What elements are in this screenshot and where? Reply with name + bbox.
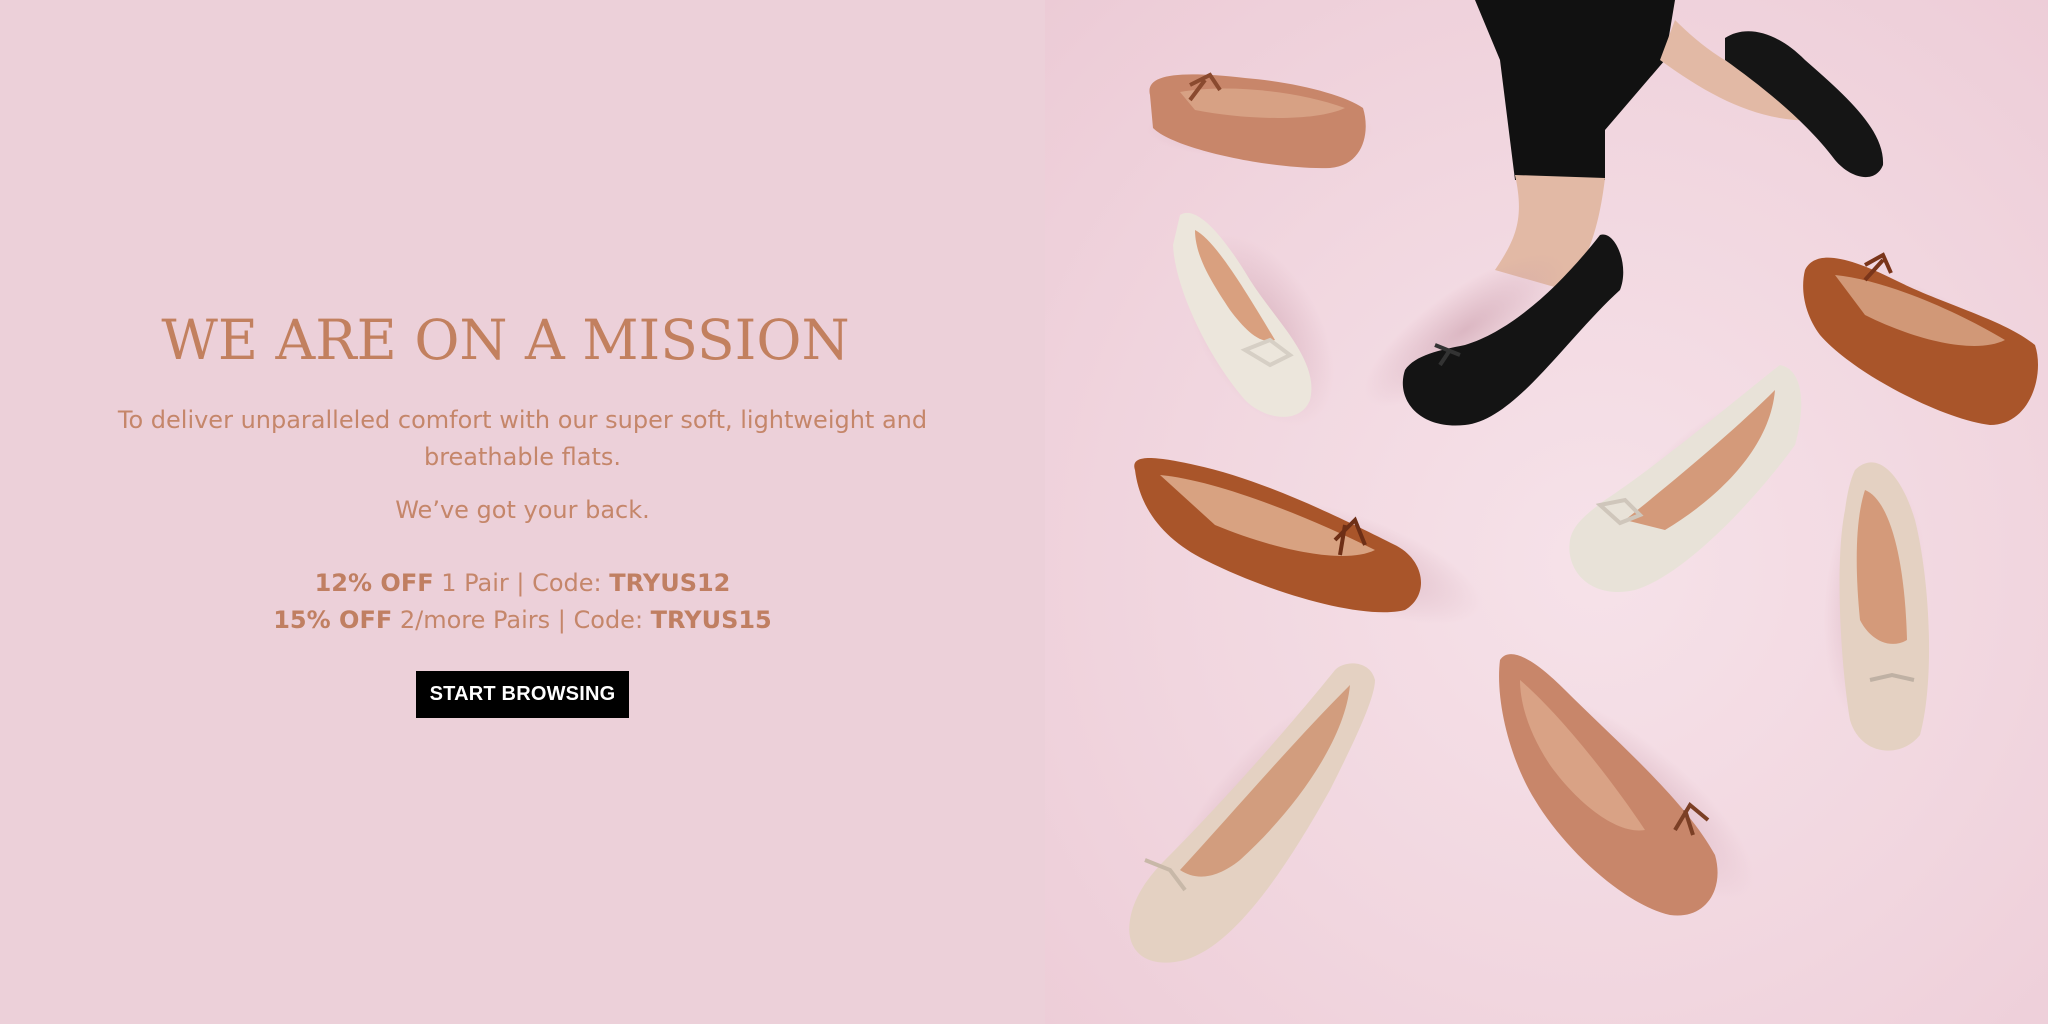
shoe-tan-1 [1145,72,1375,169]
shoe-tan-2 [1499,654,1755,916]
shoe-cream-1 [1173,212,1334,426]
offer-discount: 15% OFF [273,606,393,634]
offer-discount: 12% OFF [314,569,434,597]
offer-code: TRYUS12 [609,569,731,597]
offer-code: TRYUS15 [650,606,772,634]
hero-banner: WE ARE ON A MISSION To deliver unparalle… [0,0,2048,1024]
shoe-black-worn [1364,234,1624,426]
hero-copy: WE ARE ON A MISSION To deliver unparalle… [0,300,1045,718]
offer-detail: 1 Pair | Code: [433,569,610,597]
offer-list: 12% OFF 1 Pair | Code: TRYUS12 15% OFF 2… [0,565,1045,639]
offer-line: 15% OFF 2/more Pairs | Code: TRYUS15 [0,602,1045,639]
shoe-cognac-2 [1134,458,1483,624]
product-photo [1045,0,2048,1024]
shoe-cognac-1 [1803,252,2038,425]
tagline: We’ve got your back. [395,496,650,524]
shoe-cream-2 [1569,365,1802,592]
mission-line-1: To deliver unparalleled comfort with our… [117,406,928,434]
start-browsing-button[interactable]: START BROWSING [415,671,630,718]
offer-detail: 2/more Pairs | Code: [392,606,651,634]
hero-text-panel: WE ARE ON A MISSION To deliver unparalle… [0,0,1045,1024]
shoe-beige-2 [1129,663,1375,963]
offer-line: 12% OFF 1 Pair | Code: TRYUS12 [0,565,1045,602]
hero-headline: WE ARE ON A MISSION [161,308,850,372]
mission-statement: To deliver unparalleled comfort with our… [83,402,963,476]
mission-line-2: breathable flats. [423,443,622,471]
ballet-flats-illustration [1129,0,2038,963]
shoe-beige-1 [1824,462,1930,751]
